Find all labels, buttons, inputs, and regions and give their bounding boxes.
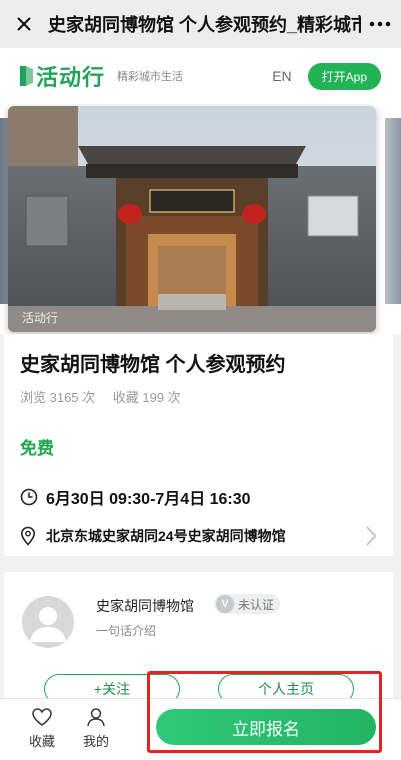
event-title: 史家胡同博物馆 个人参观预约 xyxy=(20,354,286,376)
organizer-avatar[interactable] xyxy=(22,596,74,648)
view-count: 浏览 3165 次 xyxy=(20,390,96,405)
event-time-row: 6月30日 09:30-7月4日 16:30 xyxy=(20,485,377,509)
verification-status: 未认证 xyxy=(238,597,275,612)
carousel-watermark: 活动行 xyxy=(22,311,59,325)
site-logo[interactable]: 活动行 xyxy=(20,60,105,92)
logo-icon xyxy=(20,66,33,86)
top-nav-bar: 史家胡同博物馆 个人参观预约_精彩城市生活 xyxy=(0,0,401,48)
carousel-next-slide[interactable] xyxy=(385,118,401,304)
more-options-icon[interactable] xyxy=(361,21,391,27)
event-stats: 浏览 3165 次 收藏 199 次 xyxy=(20,387,377,406)
highlight-box xyxy=(147,671,382,753)
carousel-slide-image[interactable]: 活动行 xyxy=(8,106,376,332)
favorite-count: 收藏 199 次 xyxy=(112,390,181,405)
event-info-card: 史家胡同博物馆 个人参观预约 浏览 3165 次 收藏 199 次 免费 6月3… xyxy=(4,334,393,556)
verified-v-icon: V xyxy=(216,595,234,613)
favorite-tab[interactable]: 收藏 xyxy=(22,707,62,750)
event-price: 免费 xyxy=(20,439,54,458)
event-time: 6月30日 09:30-7月4日 16:30 xyxy=(46,491,251,508)
page-title: 史家胡同博物馆 个人参观预约_精彩城市生活 xyxy=(48,15,361,35)
chevron-right-icon xyxy=(366,526,377,546)
organizer-intro: 一句话介绍 xyxy=(96,624,157,638)
site-tagline: 精彩城市生活 xyxy=(117,71,184,83)
favorite-label: 收藏 xyxy=(28,734,55,749)
location-pin-icon xyxy=(20,526,36,546)
site-header: 活动行 精彩城市生活 EN 打开App xyxy=(0,48,401,104)
event-address: 北京东城史家胡同24号史家胡同博物馆 xyxy=(46,528,286,544)
default-user-icon xyxy=(30,607,66,642)
user-icon xyxy=(87,708,105,727)
heart-icon xyxy=(32,708,52,726)
image-carousel[interactable]: 活动行 xyxy=(0,104,401,334)
mine-label: 我的 xyxy=(82,734,109,749)
close-icon[interactable] xyxy=(12,12,36,36)
clock-icon xyxy=(20,488,38,506)
logo-text: 活动行 xyxy=(36,65,106,90)
event-address-row[interactable]: 北京东城史家胡同24号史家胡同博物馆 xyxy=(20,525,377,547)
verification-badge: V 未认证 xyxy=(214,594,281,614)
organizer-name[interactable]: 史家胡同博物馆 xyxy=(96,596,194,616)
open-app-button[interactable]: 打开App xyxy=(307,62,381,90)
mine-tab[interactable]: 我的 xyxy=(76,707,116,750)
language-toggle[interactable]: EN xyxy=(272,68,291,84)
